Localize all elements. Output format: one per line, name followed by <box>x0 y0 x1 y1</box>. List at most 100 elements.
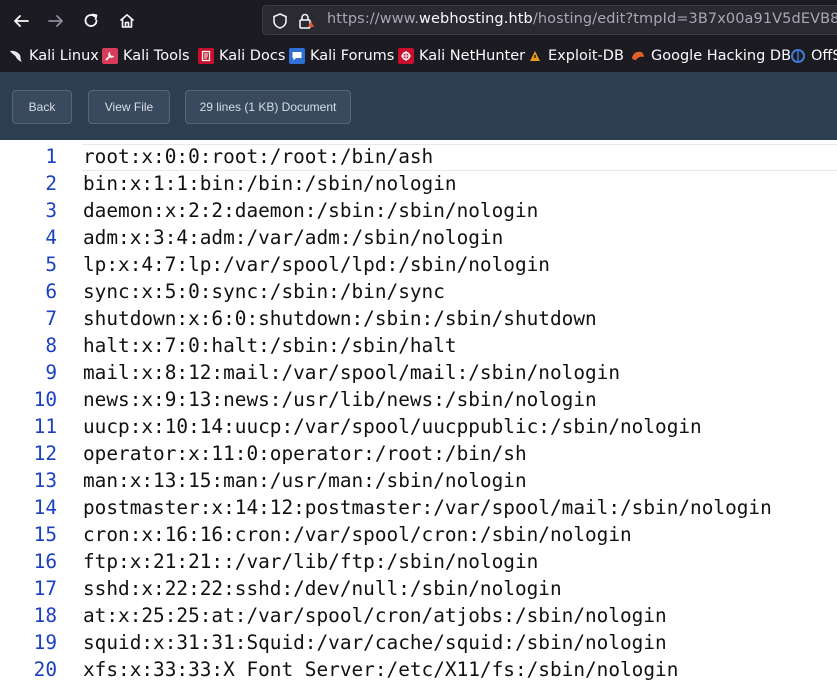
editor-line[interactable]: 2 bin:x:1:1:bin:/bin:/sbin/nologin <box>0 170 837 197</box>
line-text[interactable]: bin:x:1:1:bin:/bin:/sbin/nologin <box>83 170 457 197</box>
reload-icon[interactable] <box>78 8 104 34</box>
line-number: 3 <box>45 199 57 222</box>
kali-forums-icon <box>289 48 305 64</box>
bookmark-exploit-db[interactable]: Exploit-DB <box>527 46 624 66</box>
view-file-button[interactable]: View File <box>88 90 170 124</box>
exploit-db-icon <box>527 48 543 64</box>
editor-line[interactable]: 14 postmaster:x:14:12:postmaster:/var/spo… <box>0 494 837 521</box>
bookmark-label: Google Hacking DB <box>651 48 792 64</box>
editor-line[interactable]: 15 cron:x:16:16:cron:/var/spool/cron:/sbi… <box>0 521 837 548</box>
bookmark-kali-docs[interactable]: Kali Docs <box>198 46 285 66</box>
line-text[interactable]: daemon:x:2:2:daemon:/sbin:/sbin/nologin <box>83 197 538 224</box>
bookmark-label: Kali Forums <box>310 48 395 64</box>
bookmark-label: OffSec <box>811 48 837 64</box>
url-scheme: https://www. <box>327 11 420 27</box>
editor-line[interactable]: 16 ftp:x:21:21::/var/lib/ftp:/sbin/nologi… <box>0 548 837 575</box>
editor-line[interactable]: 9 mail:x:8:12:mail:/var/spool/mail:/sbin/… <box>0 359 837 386</box>
line-text[interactable]: ftp:x:21:21::/var/lib/ftp:/sbin/nologin <box>83 548 538 575</box>
editor-line[interactable]: 13 man:x:13:15:man:/usr/man:/sbin/nologin <box>0 467 837 494</box>
line-text[interactable]: postmaster:x:14:12:postmaster:/var/spool… <box>83 494 772 521</box>
line-number: 15 <box>33 523 57 546</box>
editor-line[interactable]: 8 halt:x:7:0:halt:/sbin:/sbin/halt <box>0 332 837 359</box>
editor-line[interactable]: 20 xfs:x:33:33:X Font Server:/etc/X11/fs:… <box>0 656 837 683</box>
line-text[interactable]: halt:x:7:0:halt:/sbin:/sbin/halt <box>83 332 457 359</box>
url-bar[interactable]: https://www.webhosting.htb/hosting/edit?… <box>262 5 837 35</box>
line-text[interactable]: mail:x:8:12:mail:/var/spool/mail:/sbin/n… <box>83 359 620 386</box>
kali-dragon-icon <box>8 48 24 64</box>
line-text[interactable]: lp:x:4:7:lp:/var/spool/lpd:/sbin/nologin <box>83 251 550 278</box>
editor-line[interactable]: 3 daemon:x:2:2:daemon:/sbin:/sbin/nologin <box>0 197 837 224</box>
bookmark-label: Kali Docs <box>219 48 286 64</box>
line-number: 9 <box>45 361 57 384</box>
bookmark-kali-forums[interactable]: Kali Forums <box>289 46 394 66</box>
line-text[interactable]: man:x:13:15:man:/usr/man:/sbin/nologin <box>83 467 527 494</box>
editor-line[interactable]: 19 squid:x:31:31:Squid:/var/cache/squid:/… <box>0 629 837 656</box>
line-text[interactable]: sync:x:5:0:sync:/sbin:/bin/sync <box>83 278 445 305</box>
editor-line[interactable]: 1 root:x:0:0:root:/root:/bin/ash <box>0 143 837 170</box>
editor-line[interactable]: 7 shutdown:x:6:0:shutdown:/sbin:/sbin/shu… <box>0 305 837 332</box>
url-path: /hosting/edit?tmpId=3B7x00a91V5dEVB8RVC <box>532 11 837 27</box>
line-number: 6 <box>45 280 57 303</box>
bookmark-label: Kali Linux <box>29 48 99 64</box>
kali-tools-icon <box>102 48 118 64</box>
line-text[interactable]: cron:x:16:16:cron:/var/spool/cron:/sbin/… <box>83 521 632 548</box>
line-number: 14 <box>33 496 57 519</box>
shield-icon[interactable] <box>271 12 289 30</box>
line-number: 17 <box>33 577 57 600</box>
line-number: 19 <box>33 631 57 654</box>
browser-navbar: https://www.webhosting.htb/hosting/edit?… <box>0 0 837 40</box>
line-number: 13 <box>33 469 57 492</box>
line-number: 20 <box>33 658 57 681</box>
line-number: 5 <box>45 253 57 276</box>
line-number: 16 <box>33 550 57 573</box>
line-number: 18 <box>33 604 57 627</box>
bookmarks-bar: Kali Linux Kali Tools Kali Docs Kali For… <box>0 40 837 72</box>
line-number: 11 <box>33 415 57 438</box>
line-text[interactable]: xfs:x:33:33:X Font Server:/etc/X11/fs:/s… <box>83 656 678 683</box>
editor-line[interactable]: 6 sync:x:5:0:sync:/sbin:/bin/sync <box>0 278 837 305</box>
line-text[interactable]: adm:x:3:4:adm:/var/adm:/sbin/nologin <box>83 224 503 251</box>
editor-line[interactable]: 10 news:x:9:13:news:/usr/lib/news:/sbin/n… <box>0 386 837 413</box>
editor-line[interactable]: 18 at:x:25:25:at:/var/spool/cron/atjobs:/… <box>0 602 837 629</box>
bookmark-google-hacking-db[interactable]: Google Hacking DB <box>630 46 791 66</box>
line-number: 1 <box>45 145 57 168</box>
bookmark-offsec[interactable]: OffSec <box>790 46 837 66</box>
bookmark-kali-linux[interactable]: Kali Linux <box>8 46 99 66</box>
ghdb-icon <box>630 48 646 64</box>
bookmark-label: Kali NetHunter <box>419 48 526 64</box>
kali-docs-icon <box>198 48 214 64</box>
line-number: 8 <box>45 334 57 357</box>
bookmark-label: Exploit-DB <box>548 48 624 64</box>
bookmark-kali-tools[interactable]: Kali Tools <box>102 46 190 66</box>
line-text[interactable]: squid:x:31:31:Squid:/var/cache/squid:/sb… <box>83 629 667 656</box>
url-host: webhosting.htb <box>419 11 533 27</box>
line-text[interactable]: uucp:x:10:14:uucp:/var/spool/uucppublic:… <box>83 413 702 440</box>
back-button[interactable]: Back <box>12 90 72 124</box>
editor-line[interactable]: 5 lp:x:4:7:lp:/var/spool/lpd:/sbin/nologi… <box>0 251 837 278</box>
editor-line[interactable]: 12 operator:x:11:0:operator:/root:/bin/sh <box>0 440 837 467</box>
offsec-icon <box>790 48 806 64</box>
home-icon[interactable] <box>114 8 140 34</box>
line-number: 4 <box>45 226 57 249</box>
line-text[interactable]: news:x:9:13:news:/usr/lib/news:/sbin/nol… <box>83 386 597 413</box>
line-text[interactable]: at:x:25:25:at:/var/spool/cron/atjobs:/sb… <box>83 602 667 629</box>
line-number: 7 <box>45 307 57 330</box>
editor-line[interactable]: 4 adm:x:3:4:adm:/var/adm:/sbin/nologin <box>0 224 837 251</box>
line-text[interactable]: root:x:0:0:root:/root:/bin/ash <box>83 143 433 170</box>
editor-toolbar: Back View File 29 lines (1 KB) Document <box>0 72 837 140</box>
url-text[interactable]: https://www.webhosting.htb/hosting/edit?… <box>327 11 837 27</box>
line-text[interactable]: shutdown:x:6:0:shutdown:/sbin:/sbin/shut… <box>83 305 597 332</box>
lock-warning-icon[interactable] <box>297 12 315 30</box>
editor-line[interactable]: 17 sshd:x:22:22:sshd:/dev/null:/sbin/nolo… <box>0 575 837 602</box>
line-number: 10 <box>33 388 57 411</box>
line-text[interactable]: sshd:x:22:22:sshd:/dev/null:/sbin/nologi… <box>83 575 562 602</box>
line-text[interactable]: operator:x:11:0:operator:/root:/bin/sh <box>83 440 527 467</box>
code-editor[interactable]: 1 root:x:0:0:root:/root:/bin/ash 2 bin:x:1:… <box>0 140 837 684</box>
kali-nethunter-icon <box>398 48 414 64</box>
file-info-badge: 29 lines (1 KB) Document <box>185 90 351 124</box>
back-arrow-icon[interactable] <box>8 8 34 34</box>
bookmark-label: Kali Tools <box>123 48 190 64</box>
editor-line[interactable]: 11 uucp:x:10:14:uucp:/var/spool/uucppubli… <box>0 413 837 440</box>
forward-arrow-icon[interactable] <box>43 8 69 34</box>
bookmark-kali-nethunter[interactable]: Kali NetHunter <box>398 46 525 66</box>
